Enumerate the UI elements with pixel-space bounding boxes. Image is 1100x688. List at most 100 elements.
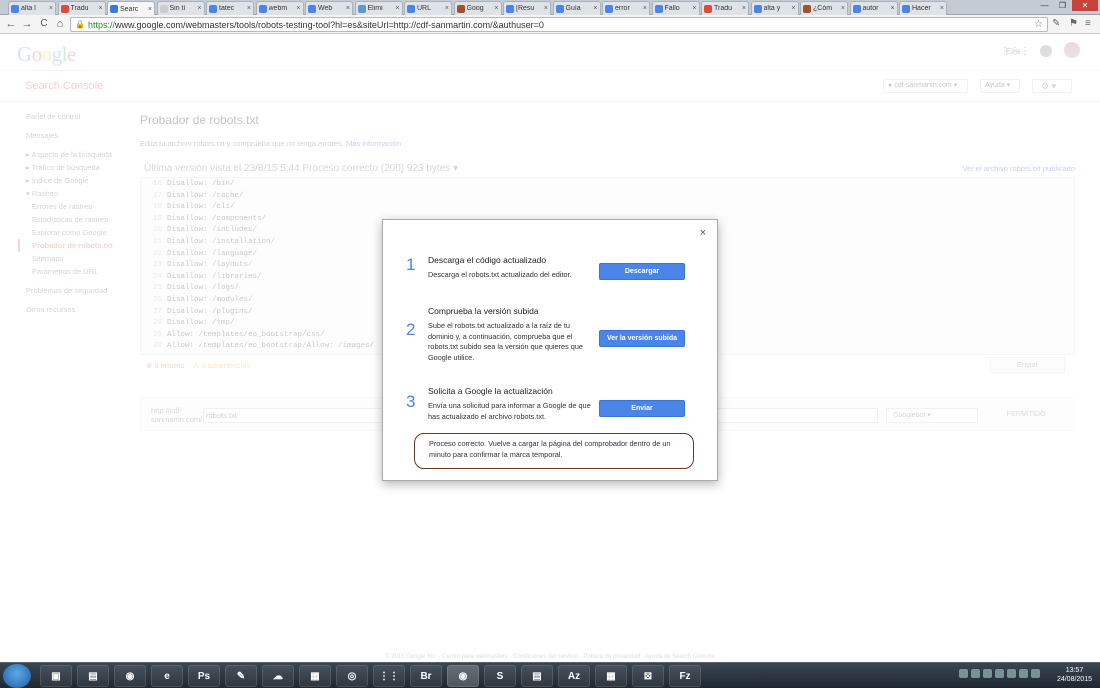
tab-favicon-icon — [803, 4, 811, 13]
tab-title: Tradu — [70, 5, 89, 12]
taskbar-app-icon[interactable]: ▦ — [299, 665, 331, 687]
browser-tab[interactable]: Searc × — [107, 1, 155, 16]
tab-title: Web — [318, 5, 333, 12]
clock[interactable]: 13:57 24/08/2015 — [1057, 666, 1092, 684]
bookmark-star-icon[interactable]: ☆ — [1034, 19, 1043, 30]
tab-close-icon[interactable]: × — [940, 5, 944, 12]
view-uploaded-button[interactable]: Ver la versión subida — [599, 330, 685, 347]
menu-icon[interactable]: ≡ — [1085, 18, 1091, 29]
taskbar-app-icon[interactable]: Az — [558, 665, 590, 687]
browser-tab[interactable]: alta y × — [750, 1, 799, 15]
download-button[interactable]: Descargar — [599, 263, 685, 280]
tab-title: webm — [268, 5, 288, 12]
taskbar-app-icon[interactable]: ⊠ — [632, 665, 664, 687]
reload-icon[interactable]: C — [37, 17, 51, 31]
taskbar-app-icon[interactable]: Fz — [669, 665, 701, 687]
taskbar-app-icon[interactable]: Ps — [188, 665, 220, 687]
address-bar[interactable]: 🔒 https:// www.google.com/webmasters/too… — [70, 17, 1048, 32]
tab-close-icon[interactable]: × — [494, 5, 498, 12]
tab-title: alta l — [21, 5, 36, 12]
tab-favicon-icon — [407, 4, 415, 13]
tab-close-icon[interactable]: × — [346, 5, 350, 12]
send-button[interactable]: Enviar — [599, 400, 685, 417]
browser-tab[interactable]: Tradu × — [701, 1, 749, 15]
tab-title: error — [615, 5, 630, 12]
lock-icon: 🔒 — [75, 20, 85, 29]
browser-tab[interactable]: Guía × — [552, 1, 601, 15]
browser-tab[interactable]: webm × — [255, 1, 304, 15]
tab-close-icon[interactable]: × — [643, 5, 647, 12]
tab-favicon-icon — [110, 5, 118, 13]
browser-tab[interactable]: Fallo × — [651, 1, 700, 15]
dialog-close-icon[interactable]: × — [697, 227, 709, 239]
url-text: www.google.com/webmasters/tools/robots-t… — [114, 19, 544, 30]
close-window-button[interactable]: ✕ — [1072, 0, 1098, 11]
tray-icon[interactable] — [959, 669, 968, 678]
tab-close-icon[interactable]: × — [593, 5, 597, 12]
tab-close-icon[interactable]: × — [544, 5, 548, 12]
volume-icon[interactable] — [1019, 669, 1028, 678]
taskbar-app-icon[interactable]: ◉ — [447, 665, 479, 687]
browser-tab[interactable]: Sin tí × — [156, 1, 205, 15]
taskbar-app-icon[interactable]: ◎ — [336, 665, 368, 687]
back-icon[interactable]: ← — [4, 17, 18, 31]
browser-tab[interactable]: tatec × — [206, 1, 254, 15]
browser-tab[interactable]: Elimi × — [354, 1, 403, 15]
tray-icon[interactable] — [1007, 669, 1016, 678]
tab-close-icon[interactable]: × — [742, 5, 746, 12]
browser-tab[interactable]: error × — [602, 1, 650, 15]
browser-tab[interactable]: ¿Cóm × — [800, 1, 848, 15]
forward-icon[interactable]: → — [20, 17, 34, 31]
taskbar-app-icon[interactable]: ▤ — [521, 665, 553, 687]
tab-close-icon[interactable]: × — [395, 5, 399, 12]
tab-favicon-icon — [159, 4, 168, 13]
tab-favicon-icon — [357, 4, 366, 13]
tab-close-icon[interactable]: × — [98, 5, 102, 12]
taskbar-app-icon[interactable]: ✎ — [225, 665, 257, 687]
taskbar-app-icon[interactable]: ◉ — [114, 665, 146, 687]
tab-close-icon[interactable]: × — [890, 5, 894, 12]
taskbar-app-icon[interactable]: Br — [410, 665, 442, 687]
tab-favicon-icon — [852, 4, 861, 13]
tab-close-icon[interactable]: × — [692, 5, 696, 12]
tab-close-icon[interactable]: × — [841, 5, 845, 12]
taskbar-app-icon[interactable]: e — [151, 665, 183, 687]
tab-title: URL — [417, 5, 432, 12]
network-icon[interactable] — [1031, 669, 1040, 678]
taskbar-app-icon[interactable]: ▦ — [595, 665, 627, 687]
home-icon[interactable]: ⌂ — [53, 17, 67, 31]
tray-icon[interactable] — [983, 669, 992, 678]
tab-close-icon[interactable]: × — [49, 5, 53, 12]
minimize-button[interactable]: — — [1036, 0, 1053, 11]
tab-close-icon[interactable]: × — [296, 5, 300, 12]
tab-close-icon[interactable]: × — [791, 5, 795, 12]
extension-icon[interactable]: ✎ — [1052, 18, 1060, 29]
browser-tab[interactable]: URL × — [404, 1, 452, 15]
tab-favicon-icon — [308, 4, 316, 13]
tray-icon[interactable] — [971, 669, 980, 678]
taskbar-app-icon[interactable]: ⋮⋮ — [373, 665, 405, 687]
maximize-button[interactable]: ❐ — [1054, 0, 1071, 11]
browser-tab[interactable]: autor × — [849, 1, 898, 15]
taskbar-app-icon[interactable]: ▣ — [40, 665, 72, 687]
browser-tab[interactable]: [Resu × — [503, 1, 551, 15]
step-title: Comprueba la versión subida — [428, 306, 539, 316]
clock-date: 24/08/2015 — [1056, 676, 1092, 683]
tab-close-icon[interactable]: × — [445, 5, 449, 12]
taskbar-app-icon[interactable]: ▤ — [77, 665, 109, 687]
tab-close-icon[interactable]: × — [197, 5, 201, 12]
taskbar-app-icon[interactable]: ☁ — [262, 665, 294, 687]
tab-close-icon[interactable]: × — [247, 5, 251, 12]
tray-icon[interactable] — [995, 669, 1004, 678]
browser-tab[interactable]: Tradu × — [57, 1, 106, 15]
taskbar-app-icon[interactable]: S — [484, 665, 516, 687]
tab-close-icon[interactable]: × — [148, 6, 152, 13]
tab-title: Fallo — [664, 5, 680, 12]
start-button[interactable] — [3, 664, 31, 688]
browser-tab[interactable]: alta l × — [8, 1, 56, 15]
browser-tab[interactable]: Hacer × — [899, 1, 947, 15]
tab-favicon-icon — [456, 4, 465, 13]
browser-tab[interactable]: Web × — [305, 1, 353, 15]
browser-tab[interactable]: Goog × — [453, 1, 502, 15]
extension-icon-2[interactable]: ⚑ — [1069, 18, 1078, 29]
